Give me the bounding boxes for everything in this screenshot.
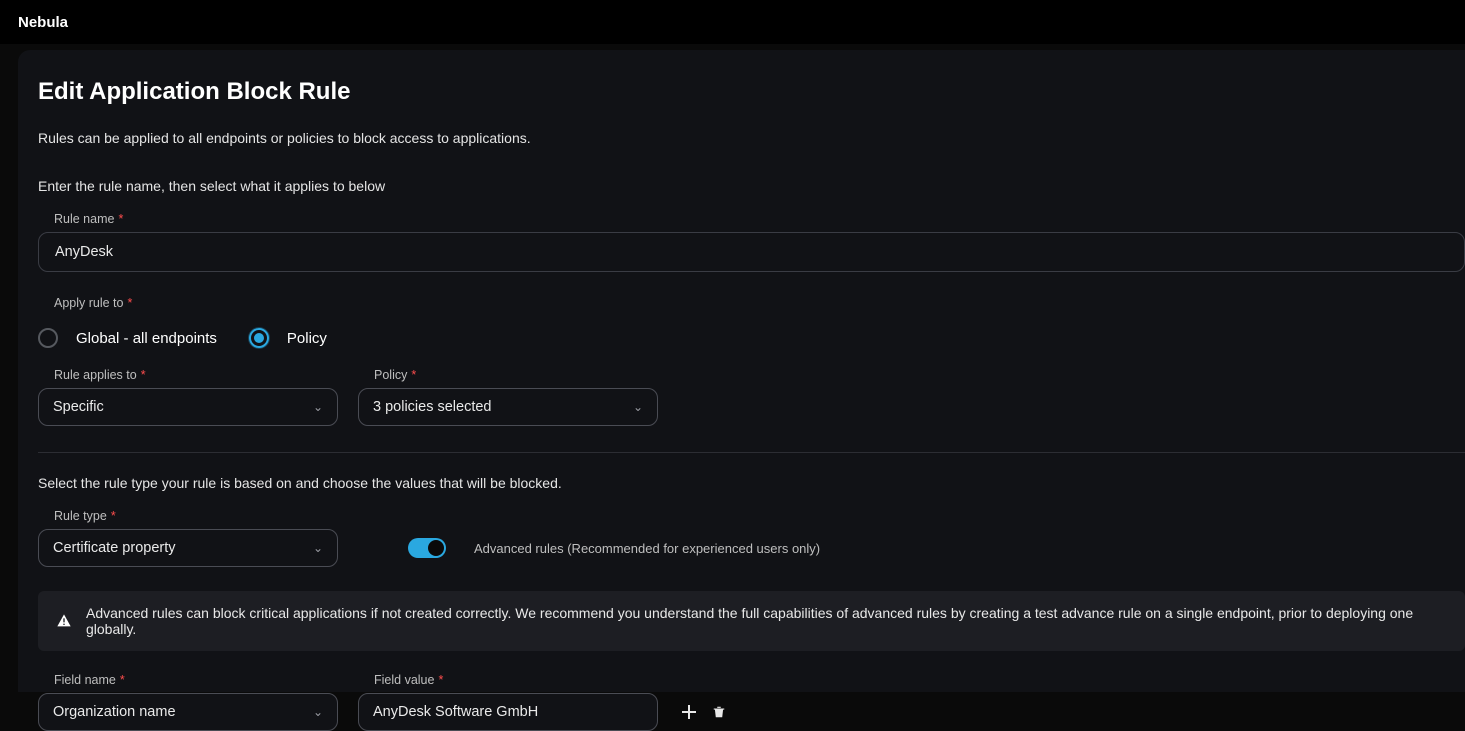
brand-name: Nebula	[18, 14, 68, 31]
field-row: Field name* Organization name ⌄ Field va…	[38, 673, 1465, 731]
page-title: Edit Application Block Rule	[38, 78, 1465, 106]
rule-name-input[interactable]	[38, 232, 1465, 272]
radio-circle-global[interactable]	[38, 328, 58, 348]
plus-icon	[682, 705, 696, 719]
main-panel: Edit Application Block Rule Rules can be…	[18, 50, 1465, 692]
instruction-1: Enter the rule name, then select what it…	[38, 178, 1465, 194]
apply-rule-to-radios: Global - all endpoints Policy	[38, 328, 1465, 348]
field-name-label: Field name*	[54, 673, 338, 687]
rule-applies-to-select[interactable]: Specific ⌄	[38, 388, 338, 426]
warning-banner: Advanced rules can block critical applic…	[38, 591, 1465, 651]
field-value-label: Field value*	[374, 673, 658, 687]
policy-select[interactable]: 3 policies selected ⌄	[358, 388, 658, 426]
topbar: Nebula	[0, 0, 1465, 44]
field-name-select[interactable]: Organization name ⌄	[38, 693, 338, 731]
divider	[38, 452, 1465, 453]
applies-policy-row: Rule applies to* Specific ⌄ Policy* 3 po…	[38, 368, 1465, 426]
required-asterisk: *	[118, 212, 123, 226]
rule-applies-to-label: Rule applies to*	[54, 368, 338, 382]
warning-text: Advanced rules can block critical applic…	[86, 605, 1447, 637]
toggle-knob	[428, 540, 444, 556]
page-description: Rules can be applied to all endpoints or…	[38, 130, 1465, 146]
advanced-rules-label: Advanced rules (Recommended for experien…	[474, 541, 820, 556]
chevron-down-icon: ⌄	[313, 400, 323, 414]
policy-label: Policy*	[374, 368, 658, 382]
rule-type-select[interactable]: Certificate property ⌄	[38, 529, 338, 567]
chevron-down-icon: ⌄	[633, 400, 643, 414]
trash-icon	[712, 705, 726, 719]
add-field-button[interactable]	[678, 701, 700, 723]
chevron-down-icon: ⌄	[313, 705, 323, 719]
instruction-2: Select the rule type your rule is based …	[38, 475, 1465, 491]
rule-name-label: Rule name*	[54, 212, 123, 226]
apply-rule-to-label: Apply rule to*	[54, 296, 132, 310]
radio-policy[interactable]: Policy	[249, 328, 327, 348]
field-value-input[interactable]	[358, 693, 658, 731]
rule-type-row: Certificate property ⌄ Advanced rules (R…	[38, 529, 1465, 567]
chevron-down-icon: ⌄	[313, 541, 323, 555]
rule-type-label: Rule type*	[54, 509, 116, 523]
warning-icon	[56, 613, 72, 629]
delete-field-button[interactable]	[708, 701, 730, 723]
advanced-rules-toggle[interactable]	[408, 538, 446, 558]
radio-circle-policy[interactable]	[249, 328, 269, 348]
radio-global[interactable]: Global - all endpoints	[38, 328, 217, 348]
